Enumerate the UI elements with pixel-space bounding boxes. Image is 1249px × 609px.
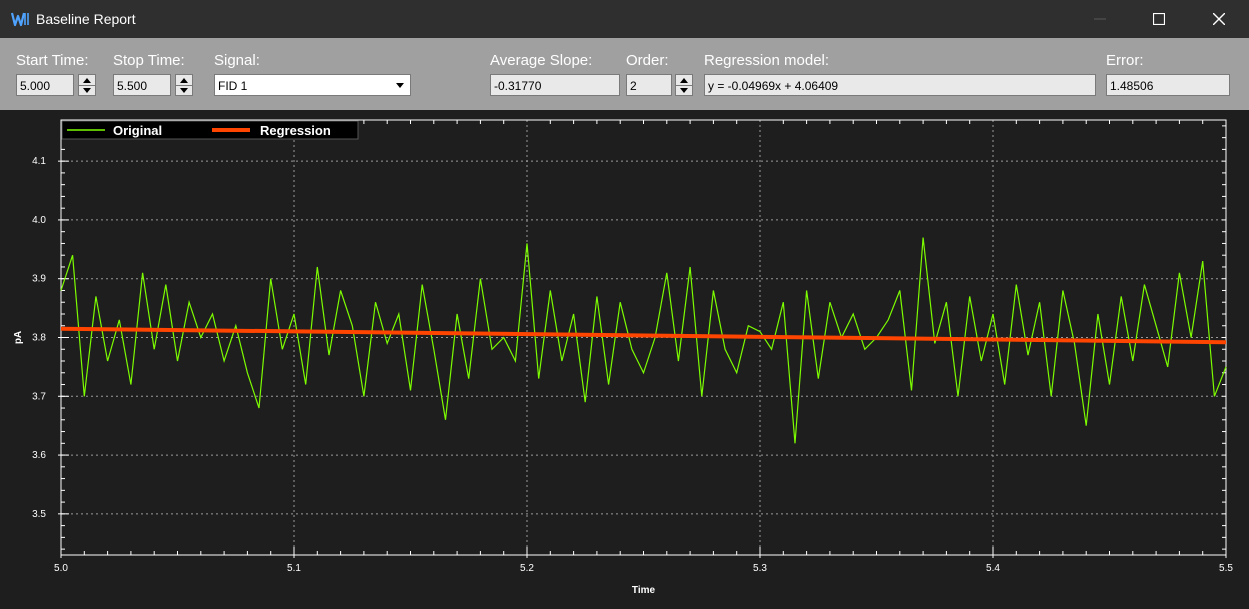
maximize-button[interactable] [1136,0,1182,38]
parameters-toolbar: Start Time: 5.000 Stop Time: 5.500 Signa… [0,38,1249,110]
close-icon [1213,13,1225,25]
order-down-button[interactable] [676,85,692,95]
chevron-down-icon [396,82,404,88]
x-tick-label: 5.4 [986,563,1000,574]
minimize-button[interactable] [1077,0,1123,38]
y-tick-label: 3.9 [32,274,46,285]
regression-model-label: Regression model: [704,52,830,69]
chart-series [60,237,1227,444]
y-tick-label: 4.0 [32,215,46,226]
chart-axes: 5.0 5.1 5.2 5.3 5.4 5.5 3.5 3.6 3.7 3.8 3.9 4.0 4.1 T… [13,119,1233,596]
average-slope-value: -0.31770 [490,74,620,96]
y-tick-label: 3.6 [32,450,46,461]
x-axis-label: Time [632,585,656,596]
legend-label-original: Original [113,123,162,138]
minimize-icon [1094,18,1106,20]
baseline-chart[interactable]: 5.0 5.1 5.2 5.3 5.4 5.5 3.5 3.6 3.7 3.8 3.9 4.0 4.1 T… [0,110,1249,604]
signal-dropdown-button[interactable] [391,76,409,94]
arrow-down-icon [83,87,91,93]
stop-time-label: Stop Time: [113,52,185,69]
title-bar[interactable]: Baseline Report [0,0,1249,38]
window-title: Baseline Report [36,11,136,27]
maximize-icon [1153,13,1165,25]
close-button[interactable] [1196,0,1242,38]
arrow-up-icon [680,77,688,83]
error-label: Error: [1106,52,1144,69]
y-tick-label: 3.7 [32,391,46,402]
baseline-report-window: Baseline Report Start Time: 5.000 Stop T… [0,0,1249,604]
chart-grid [61,120,1226,555]
y-tick-label: 3.8 [32,333,46,344]
stop-time-input[interactable]: 5.500 [113,74,171,96]
arrow-down-icon [180,87,188,93]
order-spinner[interactable] [675,74,693,96]
x-tick-label: 5.5 [1219,563,1233,574]
arrow-up-icon [180,77,188,83]
stop-time-down-button[interactable] [176,85,192,95]
baseline-chart-area: 5.0 5.1 5.2 5.3 5.4 5.5 3.5 3.6 3.7 3.8 3.9 4.0 4.1 T… [0,110,1249,604]
order-label: Order: [626,52,669,69]
stop-time-spinner[interactable] [175,74,193,96]
regression-series-line [60,326,1227,345]
average-slope-label: Average Slope: [490,52,593,69]
x-tick-label: 5.1 [287,563,301,574]
start-time-down-button[interactable] [79,85,95,95]
start-time-input[interactable]: 5.000 [16,74,74,96]
x-tick-label: 5.0 [54,563,68,574]
signal-selected-value: FID 1 [218,79,248,93]
start-time-label: Start Time: [16,52,89,69]
start-time-spinner[interactable] [78,74,96,96]
waters-logo-icon [10,12,29,27]
arrow-up-icon [83,77,91,83]
y-tick-label: 4.1 [32,156,46,167]
chart-legend[interactable]: Original Regression [61,120,359,140]
x-tick-label: 5.3 [753,563,767,574]
arrow-down-icon [680,87,688,93]
error-value: 1.48506 [1106,74,1230,96]
order-input[interactable]: 2 [626,74,672,96]
signal-select[interactable]: FID 1 [214,74,411,96]
x-tick-label: 5.2 [520,563,534,574]
signal-label: Signal: [214,52,260,69]
regression-model-value: y = -0.04969x + 4.06409 [704,74,1096,96]
y-axis-label: pA [13,331,24,344]
y-tick-label: 3.5 [32,509,46,520]
legend-label-regression: Regression [260,123,331,138]
